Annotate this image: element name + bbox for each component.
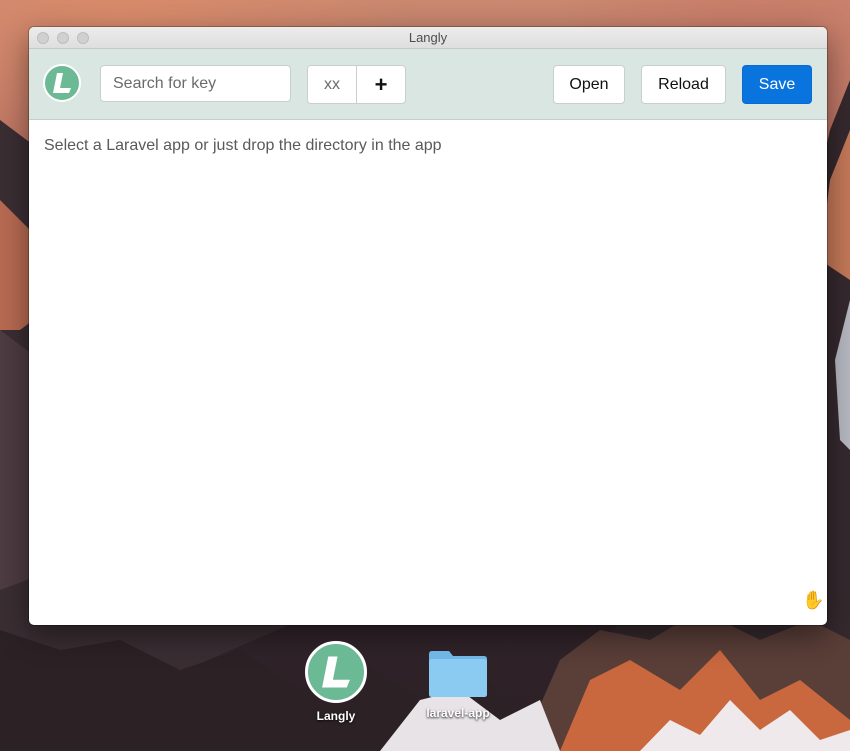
- app-window: Langly + Open Reload Save Select a Larav…: [29, 27, 827, 625]
- desktop-icon-label: laravel-app: [426, 706, 490, 720]
- hand-cursor-icon: ✋: [802, 590, 825, 610]
- add-language-button[interactable]: +: [357, 66, 405, 103]
- letter-l-icon: [53, 73, 71, 93]
- language-code-input[interactable]: [308, 66, 357, 103]
- folder-icon: [429, 651, 487, 697]
- open-button[interactable]: Open: [553, 65, 625, 104]
- desktop-icon-label: Langly: [316, 709, 356, 723]
- window-title: Langly: [408, 30, 448, 45]
- save-button[interactable]: Save: [742, 65, 812, 104]
- desktop-icon-langly[interactable]: Langly: [303, 641, 369, 723]
- reload-button[interactable]: Reload: [641, 65, 726, 104]
- langly-app-icon: [305, 641, 367, 703]
- empty-state-message: Select a Laravel app or just drop the di…: [44, 137, 442, 154]
- add-language-group: +: [307, 65, 406, 104]
- desktop-icon-laravel-app[interactable]: laravel-app: [420, 648, 496, 720]
- main-content[interactable]: Select a Laravel app or just drop the di…: [29, 120, 827, 625]
- toolbar: + Open Reload Save: [29, 49, 827, 120]
- langly-logo-icon: [43, 64, 81, 102]
- title-bar[interactable]: Langly: [29, 27, 827, 49]
- letter-l-icon: [322, 656, 350, 688]
- search-input[interactable]: [100, 65, 291, 102]
- desktop: Langly + Open Reload Save Select a Larav…: [0, 0, 850, 751]
